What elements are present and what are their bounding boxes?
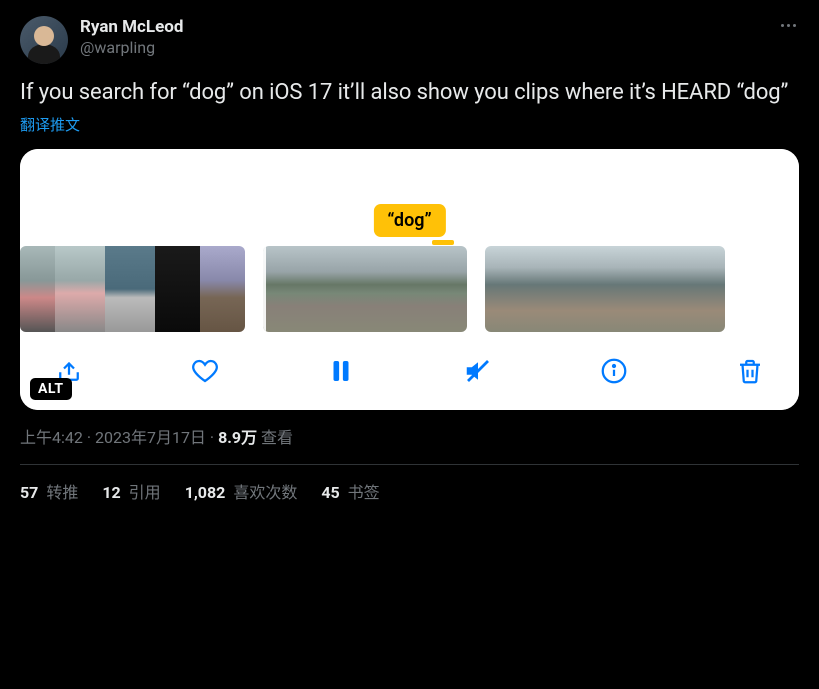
translate-link[interactable]: 翻译推文 <box>20 114 80 135</box>
tweet-header: Ryan McLeod @warpling <box>20 16 799 64</box>
search-term-label: “dog” <box>373 204 445 237</box>
mute-icon[interactable] <box>459 352 497 390</box>
tweet-time[interactable]: 上午4:42 <box>20 428 83 447</box>
quotes-stat[interactable]: 12 引用 <box>102 479 160 503</box>
clip-group[interactable] <box>20 246 245 332</box>
heart-icon[interactable] <box>186 352 224 390</box>
video-thumb <box>55 246 105 332</box>
info-icon[interactable] <box>595 352 633 390</box>
video-thumb <box>200 246 245 332</box>
bookmarks-stat[interactable]: 45 书签 <box>321 479 379 503</box>
likes-stat[interactable]: 1,082 喜欢次数 <box>185 479 298 503</box>
tweet-media[interactable]: “dog” <box>20 149 799 410</box>
clip-group[interactable] <box>263 246 467 332</box>
video-thumb <box>605 246 645 332</box>
video-timeline[interactable] <box>20 235 799 334</box>
video-thumb <box>645 246 685 332</box>
video-thumb <box>105 246 155 332</box>
media-whitespace: “dog” <box>20 149 799 235</box>
tweet-stats: 57 转推 12 引用 1,082 喜欢次数 45 书签 <box>20 479 799 503</box>
video-thumb <box>525 246 565 332</box>
trash-icon[interactable] <box>731 352 769 390</box>
tweet-container: Ryan McLeod @warpling If you search for … <box>0 0 819 519</box>
user-handle[interactable]: @warpling <box>80 38 183 59</box>
alt-badge[interactable]: ALT <box>30 378 72 400</box>
video-thumb <box>399 246 467 332</box>
avatar[interactable] <box>20 16 68 64</box>
tweet-text: If you search for “dog” on iOS 17 it’ll … <box>20 78 799 108</box>
views-label: 查看 <box>257 428 293 447</box>
video-thumb <box>263 246 331 332</box>
clip-group[interactable] <box>485 246 725 332</box>
video-thumb <box>20 246 55 332</box>
video-thumb <box>331 246 399 332</box>
video-thumb <box>485 246 525 332</box>
media-controls <box>20 334 799 410</box>
playhead-marker <box>432 240 454 245</box>
pause-icon[interactable] <box>322 352 360 390</box>
tweet-meta: 上午4:42 · 2023年7月17日 · 8.9万 查看 <box>20 424 799 448</box>
video-thumb <box>565 246 605 332</box>
divider <box>20 464 799 465</box>
tweet-date[interactable]: 2023年7月17日 <box>95 428 206 447</box>
video-thumb <box>685 246 725 332</box>
more-icon[interactable] <box>775 12 801 38</box>
retweets-stat[interactable]: 57 转推 <box>20 479 78 503</box>
display-name[interactable]: Ryan McLeod <box>80 16 183 38</box>
video-thumb <box>155 246 200 332</box>
views-count: 8.9万 <box>218 428 257 447</box>
